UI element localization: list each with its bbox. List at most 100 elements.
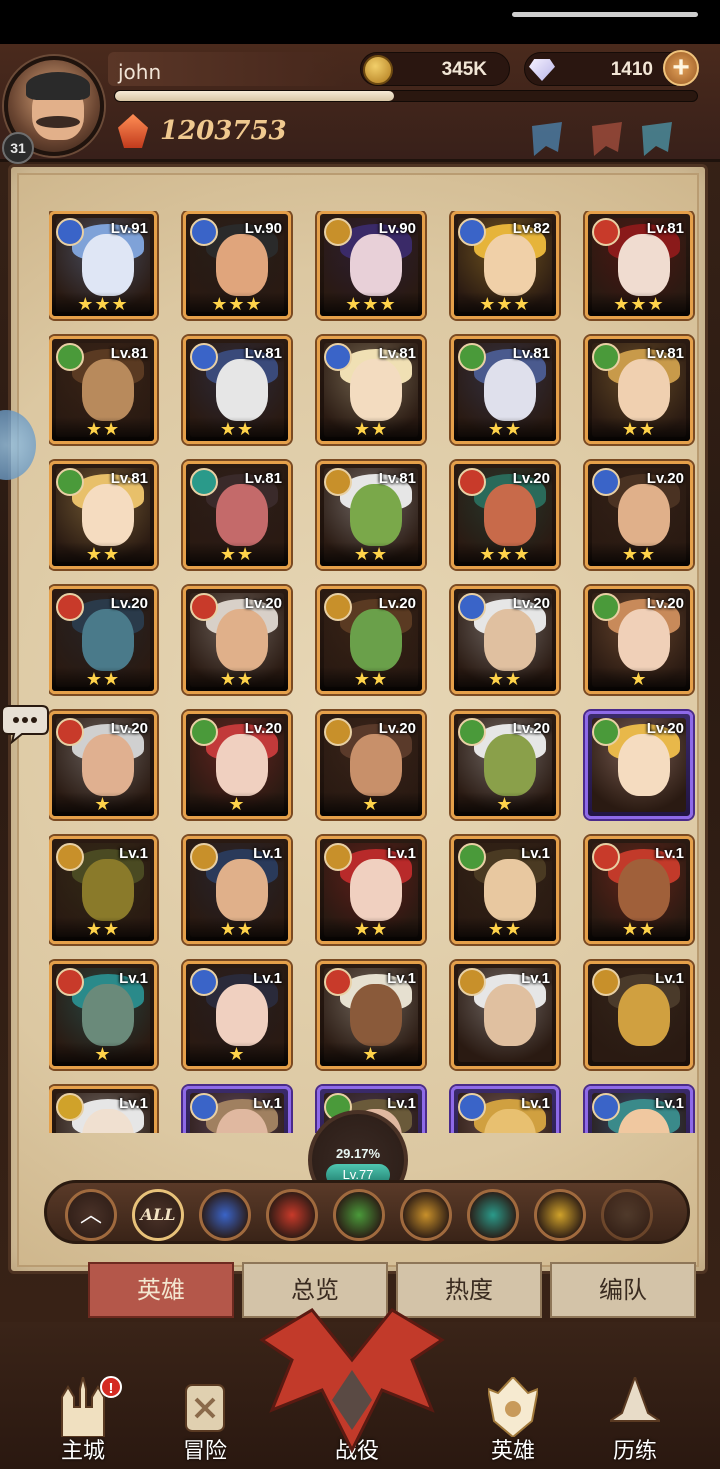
- nav-heroes[interactable]: 英雄: [458, 1359, 568, 1469]
- exp-bar: [114, 90, 698, 102]
- hero-card[interactable]: Lv.1: [451, 1086, 559, 1133]
- wizard-hat-icon: [610, 1377, 660, 1422]
- hero-face: [484, 609, 536, 671]
- hero-grid-viewport[interactable]: Lv.91 ★★★ Lv.90 ★★★ Lv.90 ★★★ Lv.82 ★★★ Lv.81 ★★★…: [49, 211, 699, 1133]
- hero-board-parchment: Lv.91 ★★★ Lv.90 ★★★ Lv.90 ★★★ Lv.82 ★★★ Lv.81 ★★★…: [17, 173, 699, 1267]
- hero-card[interactable]: Lv.20 ★★: [451, 586, 559, 694]
- hero-face: [618, 734, 670, 796]
- gold-faction-icon: [56, 843, 84, 871]
- hero-card[interactable]: Lv.20 ★: [317, 711, 425, 819]
- filter-all-button[interactable]: ALL: [132, 1189, 184, 1241]
- hero-card[interactable]: Lv.81 ★★: [317, 461, 425, 569]
- team-power: 1203753: [160, 116, 287, 146]
- nav-adventure[interactable]: 冒险: [150, 1359, 260, 1469]
- hero-level: Lv.1: [521, 970, 550, 987]
- hero-level: Lv.81: [244, 470, 282, 487]
- banner-flag-icon: [532, 122, 562, 156]
- hero-card[interactable]: Lv.1 ★★: [451, 836, 559, 944]
- gold-faction-icon: [324, 718, 352, 746]
- hero-card[interactable]: Lv.1: [585, 1086, 693, 1133]
- tab-formation[interactable]: 编队: [550, 1262, 696, 1318]
- hero-card[interactable]: Lv.90 ★★★: [317, 211, 425, 319]
- yellow-faction-icon: [56, 1093, 84, 1121]
- hero-stars: ★★: [454, 667, 556, 691]
- hero-level: Lv.81: [378, 470, 416, 487]
- blue-faction-icon: [324, 343, 352, 371]
- hero-card[interactable]: Lv.1: [451, 961, 559, 1069]
- hero-face: [350, 609, 402, 671]
- hero-card[interactable]: Lv.1 ★★: [317, 836, 425, 944]
- hero-card[interactable]: Lv.81 ★★: [49, 461, 157, 569]
- faction-filter-bar: ︿ ALL: [44, 1180, 690, 1244]
- dim-faction-icon[interactable]: [601, 1189, 653, 1241]
- hero-card[interactable]: Lv.20 ★★: [183, 586, 291, 694]
- avatar-hair: [26, 72, 90, 100]
- hero-card[interactable]: Lv.20 ★: [451, 711, 559, 819]
- teal-faction-icon[interactable]: [467, 1189, 519, 1241]
- hero-card[interactable]: Lv.1: [183, 1086, 291, 1133]
- gold-faction-icon: [324, 593, 352, 621]
- hero-face: [216, 984, 268, 1046]
- nav-label: 主城: [60, 1439, 105, 1464]
- hero-stars: ★: [454, 792, 556, 816]
- chat-icon[interactable]: [2, 700, 60, 748]
- banner-flag-icon: [642, 122, 672, 156]
- hero-level: Lv.20: [244, 720, 282, 737]
- gold-faction-icon: [190, 843, 218, 871]
- nav-main-city[interactable]: 主城: [28, 1359, 138, 1469]
- hero-grid: Lv.91 ★★★ Lv.90 ★★★ Lv.90 ★★★ Lv.82 ★★★ Lv.81 ★★★…: [49, 211, 699, 1133]
- hero-card[interactable]: Lv.20 ★★★: [451, 461, 559, 569]
- nav-label: 冒险: [182, 1439, 227, 1464]
- hero-card[interactable]: Lv.91 ★★★: [49, 211, 157, 319]
- dragon-campaign-icon[interactable]: [252, 1300, 452, 1469]
- hero-card[interactable]: Lv.20 ★★: [585, 461, 693, 569]
- hero-level: Lv.81: [110, 345, 148, 362]
- hero-card[interactable]: Lv.1: [49, 1086, 157, 1133]
- gem-counter[interactable]: 1410 +: [524, 50, 699, 86]
- hero-level: Lv.20: [110, 720, 148, 737]
- red-faction-icon: [190, 593, 218, 621]
- avatar-mustache: [36, 116, 80, 128]
- hero-face: [82, 609, 134, 671]
- collapse-icon[interactable]: ︿: [65, 1189, 117, 1241]
- hero-card[interactable]: Lv.81 ★★: [183, 461, 291, 569]
- hero-card[interactable]: Lv.20 ★: [585, 586, 693, 694]
- hero-stars: ★★: [588, 917, 690, 941]
- hero-level: Lv.1: [387, 1095, 416, 1112]
- hero-card[interactable]: Lv.81 ★★: [585, 336, 693, 444]
- red-faction-icon[interactable]: [266, 1189, 318, 1241]
- hero-card[interactable]: Lv.1 ★★: [585, 836, 693, 944]
- yellow-faction-icon[interactable]: [534, 1189, 586, 1241]
- hero-card[interactable]: Lv.90 ★★★: [183, 211, 291, 319]
- gold-faction-icon[interactable]: [400, 1189, 452, 1241]
- hero-card[interactable]: Lv.20: [585, 711, 693, 819]
- hero-card[interactable]: Lv.1: [585, 961, 693, 1069]
- hero-card[interactable]: Lv.81 ★★: [451, 336, 559, 444]
- hero-card[interactable]: Lv.1 ★★: [49, 836, 157, 944]
- hero-card[interactable]: Lv.20 ★★: [317, 586, 425, 694]
- hero-card[interactable]: Lv.20 ★: [183, 711, 291, 819]
- hero-card[interactable]: Lv.1 ★★: [183, 836, 291, 944]
- hero-card[interactable]: Lv.81 ★★★: [585, 211, 693, 319]
- hero-stars: ★: [588, 667, 690, 691]
- hero-card[interactable]: Lv.20 ★★: [49, 586, 157, 694]
- green-faction-icon[interactable]: [333, 1189, 385, 1241]
- hero-face: [350, 984, 402, 1046]
- hero-card[interactable]: Lv.82 ★★★: [451, 211, 559, 319]
- hero-card[interactable]: Lv.81 ★★: [183, 336, 291, 444]
- hero-level: Lv.20: [244, 595, 282, 612]
- hero-card[interactable]: Lv.20 ★: [49, 711, 157, 819]
- gold-amount: 345K: [441, 59, 487, 80]
- blue-faction-icon: [190, 968, 218, 996]
- blue-faction-icon[interactable]: [199, 1189, 251, 1241]
- nav-trials[interactable]: 历练: [580, 1359, 690, 1469]
- hero-card[interactable]: Lv.81 ★★: [317, 336, 425, 444]
- hero-card[interactable]: Lv.1 ★: [317, 961, 425, 1069]
- add-gems-button[interactable]: +: [663, 50, 699, 86]
- hero-card[interactable]: Lv.81 ★★: [49, 336, 157, 444]
- gold-counter[interactable]: 345K: [360, 52, 510, 86]
- hero-stars: ★★: [320, 667, 422, 691]
- tab-heroes[interactable]: 英雄: [88, 1262, 234, 1318]
- hero-card[interactable]: Lv.1 ★: [49, 961, 157, 1069]
- hero-card[interactable]: Lv.1 ★: [183, 961, 291, 1069]
